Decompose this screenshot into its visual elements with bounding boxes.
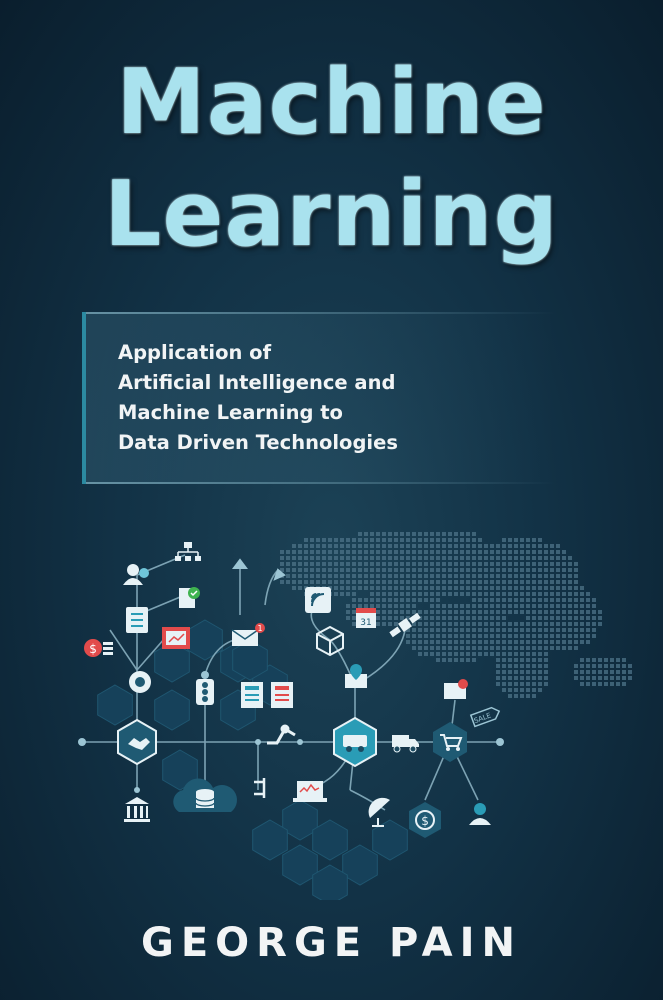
upward-arrows (232, 558, 286, 581)
presentation-icon (162, 627, 190, 649)
envelope-icon: 1 (231, 623, 265, 646)
svg-text:$: $ (89, 642, 97, 656)
gear-icon (129, 671, 151, 693)
handshake-icon (117, 718, 157, 766)
shopping-cart-icon (433, 722, 467, 762)
users-icon (123, 564, 149, 585)
network-illustration: $ 1 31 SALE $ (78, 532, 632, 900)
subtitle-line: Artificial Intelligence and (118, 371, 396, 394)
truck-icon (392, 735, 419, 753)
satellite-icon (389, 612, 421, 638)
gear-arm-icon (267, 724, 296, 745)
title-line-1: Machine (116, 50, 547, 155)
truck-hex-icon (333, 716, 377, 768)
coins-icon: $ (84, 639, 113, 657)
bank-icon (124, 797, 150, 822)
package-box-icon (316, 625, 344, 657)
book-cover: Machine Learning Application of Artifici… (0, 0, 663, 1000)
calendar-icon: 31 (356, 608, 376, 628)
org-chart-icon (175, 542, 201, 561)
svg-text:31: 31 (360, 618, 371, 628)
report-icon (271, 682, 293, 708)
laptop-chart-icon (293, 781, 327, 802)
checklist-icon (126, 607, 148, 633)
price-tag-icon: SALE (469, 706, 501, 728)
subtitle-bottom-rule (86, 482, 556, 484)
plug-icon (254, 778, 266, 798)
subtitle-line: Machine Learning to (118, 401, 343, 424)
subtitle: Application of Artificial Intelligence a… (118, 338, 558, 458)
traffic-light-icon (196, 679, 214, 705)
svg-text:$: $ (421, 814, 429, 828)
title-line-2: Learning (104, 162, 559, 267)
person-icon (469, 803, 491, 825)
document-check-icon (179, 587, 200, 608)
world-map-dots (280, 532, 632, 698)
svg-text:1: 1 (257, 624, 262, 633)
map-pin-icon (345, 664, 367, 688)
subtitle-top-rule (86, 312, 556, 314)
author-name: GEORGE PAIN (140, 920, 522, 966)
subtitle-line: Data Driven Technologies (118, 431, 398, 454)
wifi-tablet-icon (305, 587, 331, 613)
document-icon (241, 682, 263, 708)
subtitle-line: Application of (118, 341, 272, 364)
dollar-coin-icon: $ (409, 802, 441, 838)
monitor-icon (444, 679, 468, 699)
subtitle-accent-bar (82, 312, 86, 484)
